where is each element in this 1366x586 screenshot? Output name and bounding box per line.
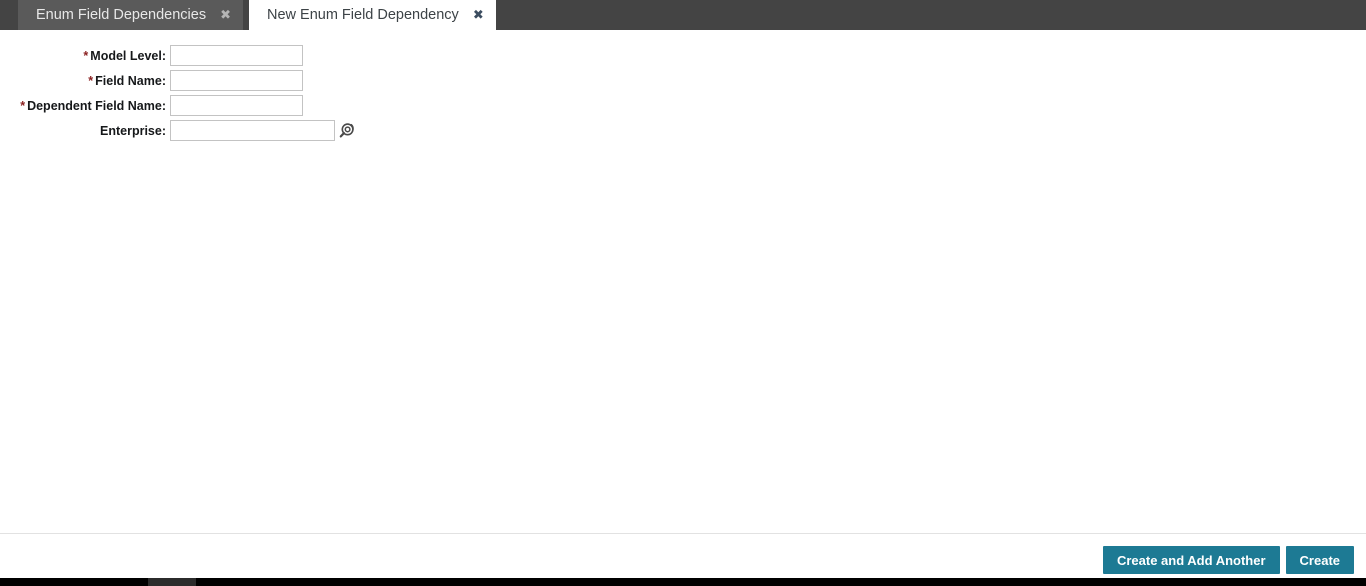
scrollbar-thumb[interactable] — [148, 578, 196, 586]
horizontal-scrollbar[interactable] — [0, 578, 1366, 586]
label-text: Model Level: — [90, 48, 166, 63]
label-text: Field Name: — [95, 73, 166, 88]
tab-label: New Enum Field Dependency — [266, 7, 459, 23]
label-model-level: * Model Level: — [0, 49, 170, 63]
label-text: Enterprise: — [100, 123, 166, 138]
tab-new-enum-field-dependency[interactable]: New Enum Field Dependency ✖ — [248, 0, 496, 30]
label-text: Dependent Field Name: — [27, 98, 166, 113]
required-indicator: * — [83, 48, 89, 63]
label-field-name: * Field Name: — [0, 74, 170, 88]
form-row-dependent-field-name: * Dependent Field Name: — [0, 93, 356, 118]
create-button[interactable]: Create — [1285, 546, 1354, 574]
form-row-model-level: * Model Level: — [0, 43, 356, 68]
close-icon[interactable]: ✖ — [473, 9, 484, 22]
required-indicator: * — [88, 73, 94, 88]
tab-enum-field-dependencies[interactable]: Enum Field Dependencies ✖ — [18, 0, 243, 30]
label-dependent-field-name: * Dependent Field Name: — [0, 99, 170, 113]
model-level-input[interactable] — [170, 45, 303, 66]
tab-label: Enum Field Dependencies — [36, 7, 207, 23]
content-area: * Model Level: * Field Name: * Dependent Fi… — [0, 30, 1366, 533]
new-enum-field-dependency-form: * Model Level: * Field Name: * Dependent Fi… — [0, 43, 356, 143]
form-row-field-name: * Field Name: — [0, 68, 356, 93]
footer-action-bar: Create and Add Another Create — [0, 533, 1366, 578]
close-icon[interactable]: ✖ — [220, 9, 231, 22]
dependent-field-name-input[interactable] — [170, 95, 303, 116]
form-row-enterprise: Enterprise: — [0, 118, 356, 143]
required-indicator: * — [20, 98, 26, 113]
footer-button-group: Create and Add Another Create — [1102, 546, 1354, 574]
label-enterprise: Enterprise: — [0, 124, 170, 138]
search-lookup-icon[interactable] — [339, 122, 356, 139]
tab-bar: Enum Field Dependencies ✖ New Enum Field… — [0, 0, 1366, 30]
enterprise-input[interactable] — [170, 120, 335, 141]
create-and-add-another-button[interactable]: Create and Add Another — [1102, 546, 1280, 574]
field-name-input[interactable] — [170, 70, 303, 91]
